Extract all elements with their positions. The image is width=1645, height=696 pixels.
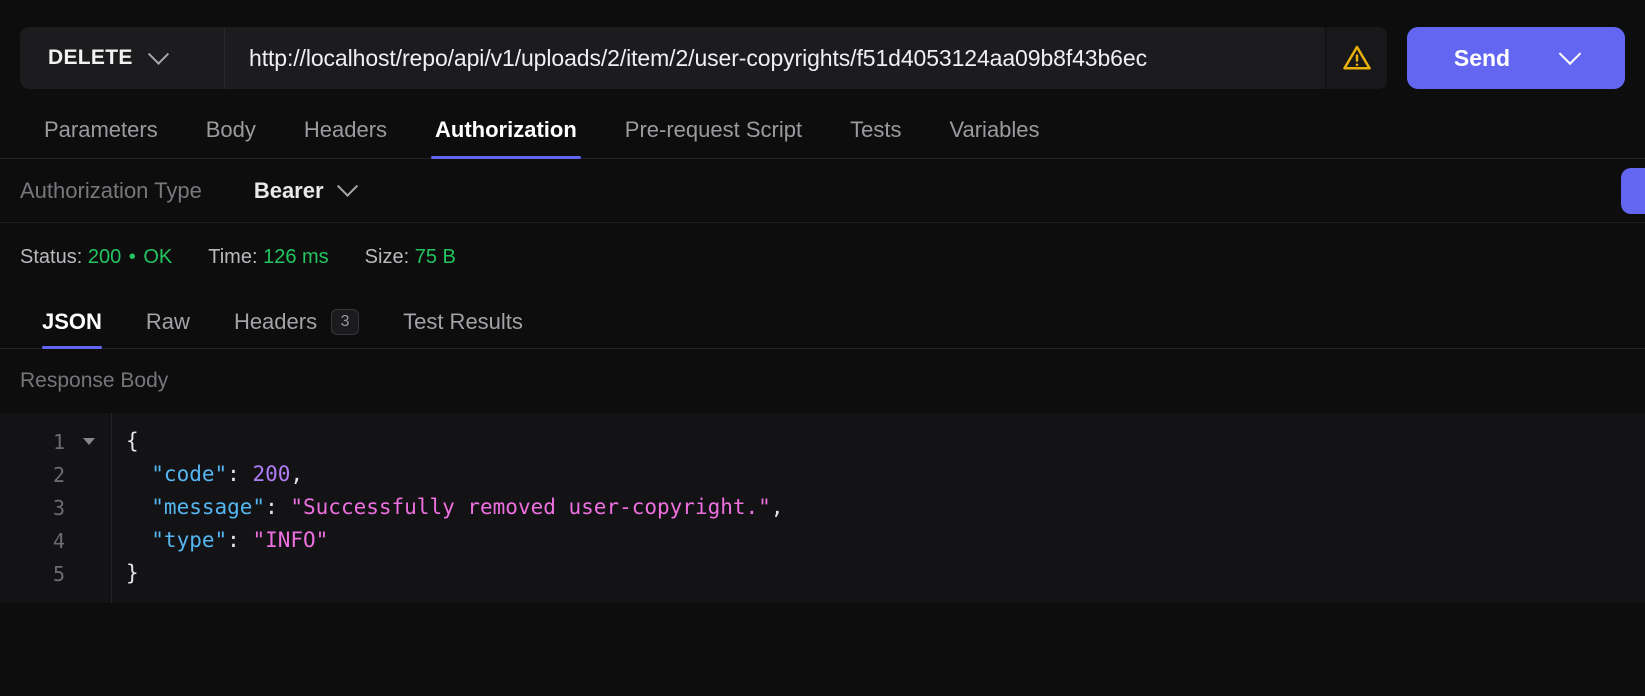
tab-variables[interactable]: Variables	[925, 117, 1063, 158]
size-label: Size:	[364, 245, 410, 268]
code-token-punc: ,	[290, 462, 304, 486]
chevron-down-icon	[336, 175, 358, 197]
size-value: 75 B	[414, 245, 456, 268]
authorization-action-button[interactable]	[1621, 167, 1645, 214]
response-size: Size: 75 B	[365, 246, 456, 269]
status-badge: Status: 200 • OK	[20, 246, 172, 269]
tab-pre-request-script[interactable]: Pre-request Script	[601, 117, 826, 158]
authorization-type-value: Bearer	[253, 177, 324, 203]
tab-authorization[interactable]: Authorization	[411, 117, 601, 159]
tab-headers[interactable]: Headers	[280, 117, 411, 158]
status-text: OK	[143, 245, 173, 268]
time-value: 126 ms	[263, 245, 329, 268]
response-tab-test-results[interactable]: Test Results	[381, 309, 545, 348]
code-token-punc: }	[126, 561, 139, 585]
code-line: "message": "Successfully removed user-co…	[126, 491, 1645, 524]
send-button[interactable]: Send	[1407, 27, 1625, 89]
response-tab-headers-label: Headers	[233, 309, 318, 334]
headers-count-badge: 3	[331, 309, 360, 335]
chevron-down-icon	[147, 43, 169, 65]
code-token-str: "Successfully removed user-copyright."	[290, 495, 771, 519]
gutter-line: 4	[0, 524, 111, 557]
code-content[interactable]: { "code": 200, "message": "Successfully …	[112, 413, 1645, 603]
authorization-type-label: Authorization Type	[20, 177, 202, 203]
code-line: {	[126, 425, 1645, 458]
tab-body[interactable]: Body	[182, 117, 280, 158]
line-number: 4	[52, 528, 65, 553]
chevron-down-icon[interactable]	[1558, 42, 1582, 66]
url-group: DELETE http://localhost/repo/api/v1/uplo…	[20, 27, 1387, 89]
response-tab-json-label: JSON	[42, 309, 102, 334]
request-tabs: Parameters Body Headers Authorization Pr…	[0, 97, 1645, 159]
url-warning-button[interactable]	[1325, 27, 1387, 89]
status-code: 200	[87, 245, 122, 268]
response-body-label: Response Body	[20, 369, 169, 392]
line-number: 2	[52, 462, 65, 487]
code-gutter: 1 2 3 4 5	[0, 413, 112, 603]
status-separator: •	[128, 245, 136, 268]
gutter-line: 3	[0, 491, 111, 524]
code-token-punc: :	[227, 462, 253, 486]
line-number: 1	[52, 429, 65, 454]
code-token-key: "type"	[126, 528, 228, 552]
code-line: "type": "INFO"	[126, 524, 1645, 557]
gutter-line: 1	[0, 425, 111, 458]
gutter-line: 5	[0, 557, 111, 590]
code-token-key: "code"	[126, 462, 228, 486]
http-method-select[interactable]: DELETE	[20, 27, 225, 89]
code-token-punc: :	[265, 495, 291, 519]
gutter-line: 2	[0, 458, 111, 491]
warning-triangle-icon	[1342, 45, 1371, 70]
response-tab-headers[interactable]: Headers 3	[212, 309, 381, 348]
request-bar: DELETE http://localhost/repo/api/v1/uplo…	[0, 0, 1645, 97]
line-number: 5	[52, 561, 65, 586]
response-tab-raw-label: Raw	[145, 309, 190, 334]
code-token-str: "INFO"	[252, 528, 329, 552]
send-button-label: Send	[1453, 44, 1511, 71]
authorization-type-select[interactable]: Bearer	[253, 175, 358, 204]
line-number: 3	[52, 495, 65, 520]
authorization-panel: Authorization Type Bearer	[0, 159, 1645, 223]
http-method-label: DELETE	[48, 46, 133, 69]
time-label: Time:	[208, 245, 258, 268]
tab-tests[interactable]: Tests	[826, 117, 925, 158]
code-token-key: "message"	[126, 495, 266, 519]
code-token-punc: {	[126, 429, 139, 453]
status-label: Status:	[20, 245, 83, 268]
response-tab-raw[interactable]: Raw	[124, 309, 212, 348]
fold-toggle-icon[interactable]	[83, 438, 95, 445]
code-line: }	[126, 557, 1645, 590]
response-tab-test-results-label: Test Results	[403, 309, 523, 334]
code-token-num: 200	[252, 462, 291, 486]
response-time: Time: 126 ms	[208, 246, 328, 269]
code-line: "code": 200,	[126, 458, 1645, 491]
response-status-bar: Status: 200 • OK Time: 126 ms Size: 75 B	[0, 223, 1645, 291]
response-body-viewer: 1 2 3 4 5 { "code": 200, "message": "Success…	[0, 413, 1645, 603]
response-tabs: JSON Raw Headers 3 Test Results	[0, 291, 1645, 349]
url-text: http://localhost/repo/api/v1/uploads/2/i…	[249, 44, 1147, 71]
url-input[interactable]: http://localhost/repo/api/v1/uploads/2/i…	[225, 27, 1325, 89]
code-token-punc: :	[227, 528, 253, 552]
tab-parameters[interactable]: Parameters	[20, 117, 182, 158]
response-tab-json[interactable]: JSON	[20, 309, 124, 349]
code-token-punc: ,	[770, 495, 784, 519]
